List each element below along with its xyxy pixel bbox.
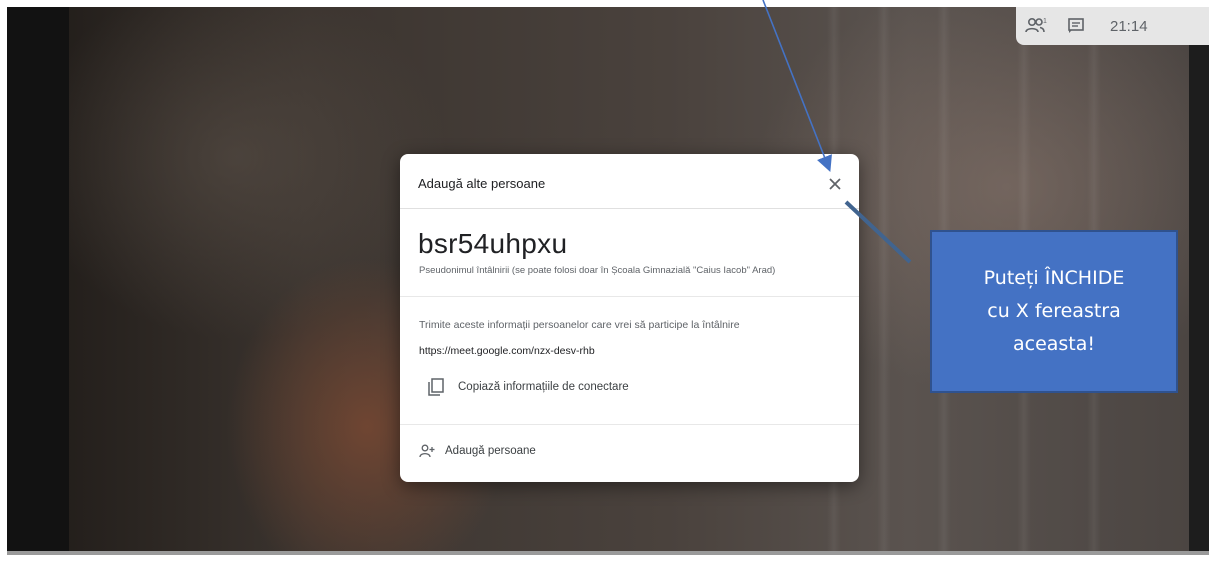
add-people-dialog: Adaugă alte persoane bsr54uhpxu Pseudoni… — [400, 154, 859, 482]
chat-icon[interactable] — [1056, 17, 1096, 35]
add-people-label: Adaugă persoane — [445, 445, 536, 457]
meeting-top-bar: 1 21:14 — [1016, 7, 1209, 45]
add-person-icon — [419, 444, 435, 458]
copy-join-info-button[interactable]: Copiază informațiile de conectare — [428, 378, 629, 396]
meeting-alias-note: Pseudonimul întâlnirii (se poate folosi … — [419, 265, 776, 276]
divider — [400, 424, 859, 425]
copy-join-info-label: Copiază informațiile de conectare — [458, 381, 629, 393]
send-info-text: Trimite aceste informații persoanelor ca… — [419, 319, 740, 331]
instruction-callout: Puteți ÎNCHIDE cu X fereastra aceasta! — [930, 230, 1178, 393]
meeting-link[interactable]: https://meet.google.com/nzx-desv-rhb — [419, 345, 595, 357]
meeting-code: bsr54uhpxu — [418, 228, 568, 259]
dialog-header: Adaugă alte persoane — [400, 154, 859, 209]
clock-time: 21:14 — [1110, 17, 1148, 35]
people-icon[interactable]: 1 — [1016, 17, 1056, 35]
callout-line-3: aceasta! — [1012, 333, 1096, 355]
video-right-border — [1189, 7, 1209, 555]
background-curtain-fold — [877, 7, 891, 555]
close-icon — [829, 178, 841, 190]
close-button[interactable] — [825, 174, 845, 194]
video-bottom-border — [7, 551, 1209, 555]
callout-line-2: cu X fereastra — [987, 300, 1121, 322]
add-people-button[interactable]: Adaugă persoane — [419, 444, 536, 458]
dialog-title: Adaugă alte persoane — [418, 176, 546, 191]
copy-icon — [428, 378, 444, 396]
video-left-border — [7, 7, 69, 555]
svg-text:1: 1 — [1043, 18, 1047, 25]
callout-line-1: Puteți ÎNCHIDE — [983, 267, 1125, 289]
divider — [400, 296, 859, 297]
